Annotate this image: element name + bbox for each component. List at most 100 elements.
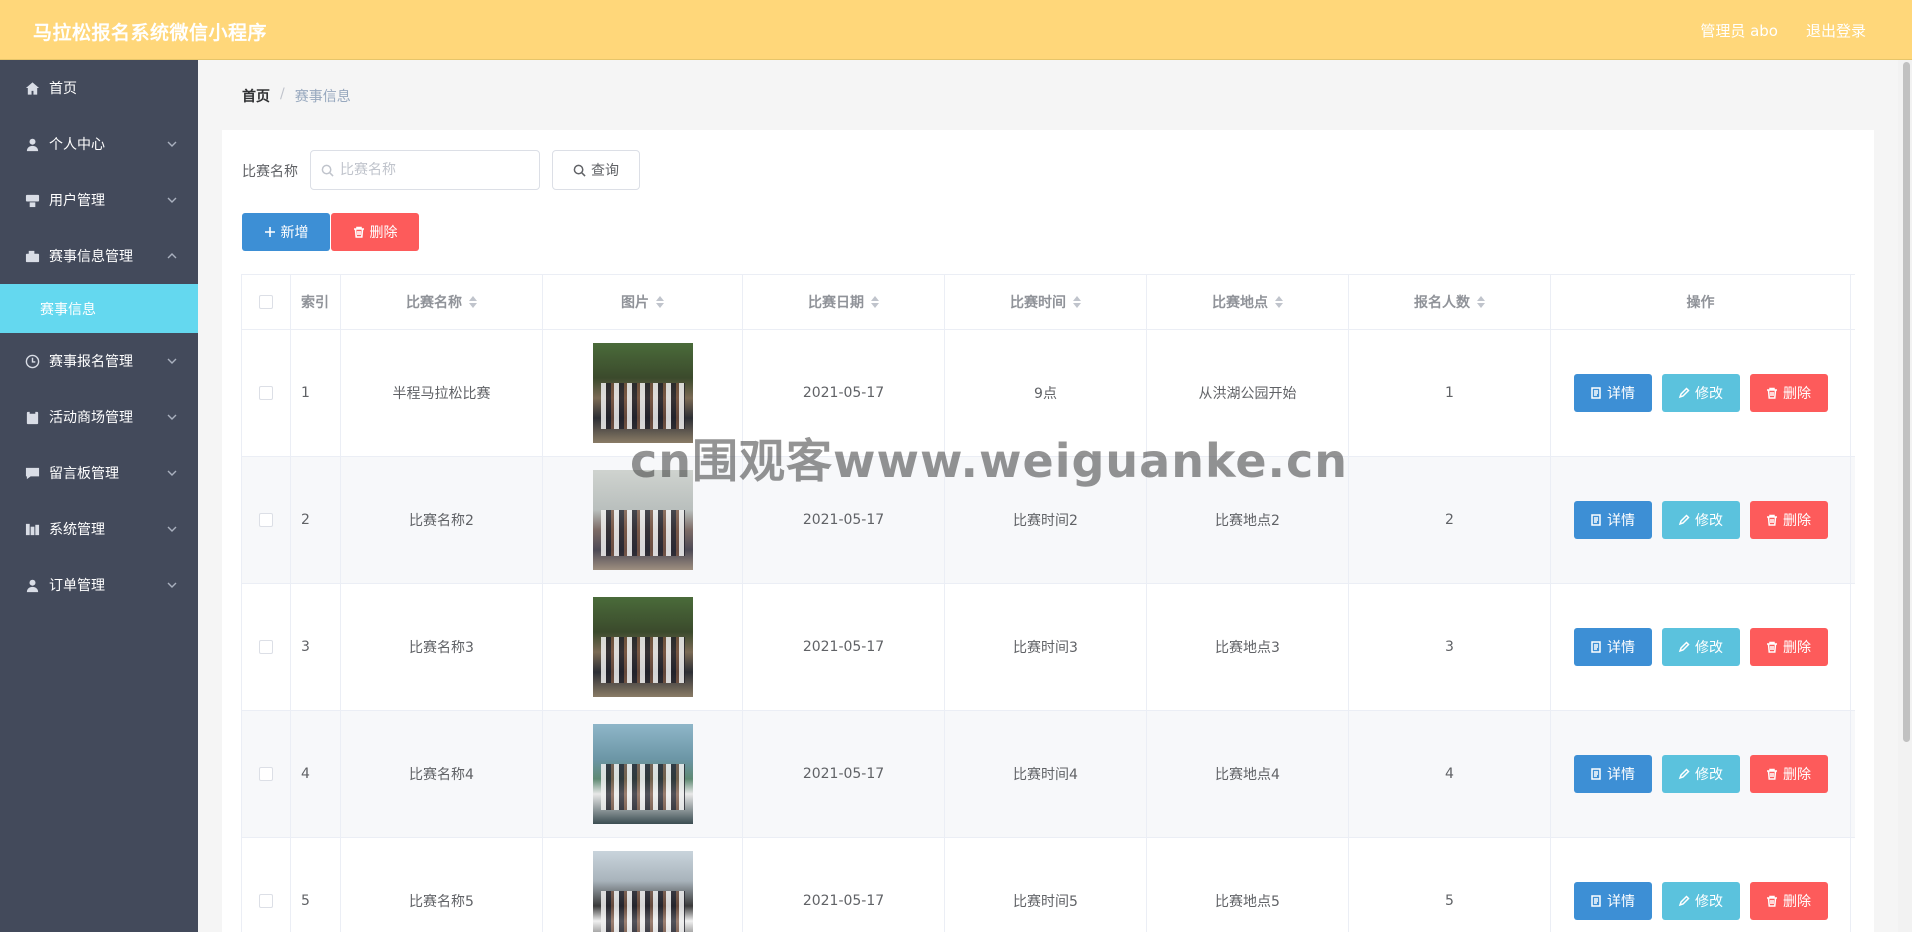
detail-button[interactable]: 详情	[1573, 755, 1652, 793]
add-button[interactable]: 新增	[242, 213, 330, 251]
row-image-cell	[543, 457, 743, 583]
search-field[interactable]	[310, 150, 540, 190]
edit-button[interactable]: 修改	[1661, 755, 1740, 793]
event-photo[interactable]	[592, 851, 693, 932]
column-header-count[interactable]: 报名人数	[1349, 275, 1551, 329]
sidebar-item-system-management[interactable]: 系统管理	[0, 501, 198, 557]
user-icon	[24, 136, 40, 152]
event-photo[interactable]	[592, 343, 693, 443]
table-row: 4 比赛名称4 2021-05-17 比赛时间4 比赛地点4 4 详情 修改 删…	[242, 711, 1855, 838]
sidebar-item-mall-management[interactable]: 活动商场管理	[0, 389, 198, 445]
delete-button[interactable]: 删除	[1749, 882, 1828, 920]
edit-button[interactable]: 修改	[1661, 628, 1740, 666]
column-header-image[interactable]: 图片	[543, 275, 743, 329]
edit-icon	[1678, 387, 1690, 399]
detail-button-label: 详情	[1607, 767, 1635, 783]
top-bar: 马拉松报名系统微信小程序 管理员 abo 退出登录	[0, 0, 1912, 60]
chevron-down-icon	[166, 194, 178, 206]
column-header-time-label: 比赛时间	[1010, 295, 1066, 311]
chevron-down-icon	[166, 411, 178, 423]
sort-icon[interactable]	[1275, 296, 1283, 308]
sidebar-subitem-event-info[interactable]: 赛事信息	[0, 284, 198, 333]
row-checkbox[interactable]	[259, 386, 273, 400]
row-checkbox[interactable]	[259, 513, 273, 527]
row-date: 2021-05-17	[743, 330, 945, 456]
row-checkbox-cell	[242, 457, 291, 583]
detail-button[interactable]: 详情	[1573, 501, 1652, 539]
row-ops: 详情 修改 删除	[1551, 457, 1851, 583]
row-ops: 详情 修改 删除	[1551, 711, 1851, 837]
select-all-checkbox[interactable]	[259, 295, 273, 309]
row-index: 3	[291, 584, 341, 710]
sort-icon[interactable]	[1477, 296, 1485, 308]
row-date: 2021-05-17	[743, 584, 945, 710]
sort-icon[interactable]	[1073, 296, 1081, 308]
header-checkbox-cell	[242, 275, 291, 329]
column-header-time[interactable]: 比赛时间	[945, 275, 1147, 329]
row-checkbox-cell	[242, 711, 291, 837]
delete-button[interactable]: 删除	[1749, 628, 1828, 666]
breadcrumb-home[interactable]: 首页	[242, 86, 270, 106]
query-button[interactable]: 查询	[552, 150, 640, 190]
delete-button[interactable]: 删除	[1749, 374, 1828, 412]
event-photo[interactable]	[592, 470, 693, 570]
edit-icon	[1678, 514, 1690, 526]
sort-icon[interactable]	[656, 296, 664, 308]
chevron-down-icon	[166, 523, 178, 535]
trash-icon	[1767, 895, 1777, 907]
delete-button[interactable]: 删除	[1749, 755, 1828, 793]
document-icon	[1591, 514, 1601, 526]
sidebar-item-label: 赛事信息管理	[49, 249, 133, 265]
row-time: 比赛时间3	[945, 584, 1147, 710]
row-count: 5	[1349, 838, 1551, 932]
logout-link[interactable]: 退出登录	[1806, 20, 1866, 41]
search-label: 比赛名称	[242, 164, 298, 180]
column-header-date[interactable]: 比赛日期	[743, 275, 945, 329]
document-icon	[1591, 768, 1601, 780]
event-photo[interactable]	[592, 597, 693, 697]
edit-button-label: 修改	[1695, 767, 1723, 783]
sort-icon[interactable]	[871, 296, 879, 308]
sort-icon[interactable]	[469, 296, 477, 308]
column-header-count-label: 报名人数	[1414, 295, 1470, 311]
search-icon	[321, 164, 334, 177]
edit-button[interactable]: 修改	[1661, 882, 1740, 920]
sidebar-item-label: 用户管理	[49, 193, 105, 209]
detail-button-label: 详情	[1607, 513, 1635, 529]
edit-button-label: 修改	[1695, 894, 1723, 910]
sidebar-item-personal-center[interactable]: 个人中心	[0, 116, 198, 172]
detail-button[interactable]: 详情	[1573, 374, 1652, 412]
column-header-name[interactable]: 比赛名称	[341, 275, 543, 329]
row-checkbox[interactable]	[259, 640, 273, 654]
row-checkbox[interactable]	[259, 894, 273, 908]
sidebar-item-event-info-management[interactable]: 赛事信息管理	[0, 228, 198, 284]
edit-button[interactable]: 修改	[1661, 374, 1740, 412]
row-place: 比赛地点5	[1147, 838, 1349, 932]
detail-button[interactable]: 详情	[1573, 628, 1652, 666]
message-icon	[24, 465, 40, 481]
sidebar-item-registration-management[interactable]: 赛事报名管理	[0, 333, 198, 389]
page-scrollbar[interactable]	[1903, 62, 1910, 742]
table-row: 3 比赛名称3 2021-05-17 比赛时间3 比赛地点3 3 详情 修改 删…	[242, 584, 1855, 711]
delete-button[interactable]: 删除	[1749, 501, 1828, 539]
row-checkbox[interactable]	[259, 767, 273, 781]
detail-button[interactable]: 详情	[1573, 882, 1652, 920]
table-header-row: 索引 比赛名称 图片 比赛日期 比赛时间 比赛地点 报名人数 操作	[242, 275, 1855, 330]
breadcrumb-current: 赛事信息	[294, 89, 351, 105]
detail-button-label: 详情	[1607, 386, 1635, 402]
sidebar-item-home[interactable]: 首页	[0, 60, 198, 116]
row-count: 3	[1349, 584, 1551, 710]
edit-button[interactable]: 修改	[1661, 501, 1740, 539]
event-photo[interactable]	[592, 724, 693, 824]
search-input[interactable]	[340, 162, 530, 178]
sidebar-item-order-management[interactable]: 订单管理	[0, 557, 198, 613]
column-header-place[interactable]: 比赛地点	[1147, 275, 1349, 329]
sidebar-item-user-management[interactable]: 用户管理	[0, 172, 198, 228]
app-title: 马拉松报名系统微信小程序	[33, 22, 268, 44]
row-name: 比赛名称5	[341, 838, 543, 932]
batch-delete-button[interactable]: 删除	[331, 213, 419, 251]
sidebar-item-message-board[interactable]: 留言板管理	[0, 445, 198, 501]
row-checkbox-cell	[242, 584, 291, 710]
trash-icon	[1767, 387, 1777, 399]
admin-user-label[interactable]: 管理员 abo	[1700, 20, 1778, 41]
